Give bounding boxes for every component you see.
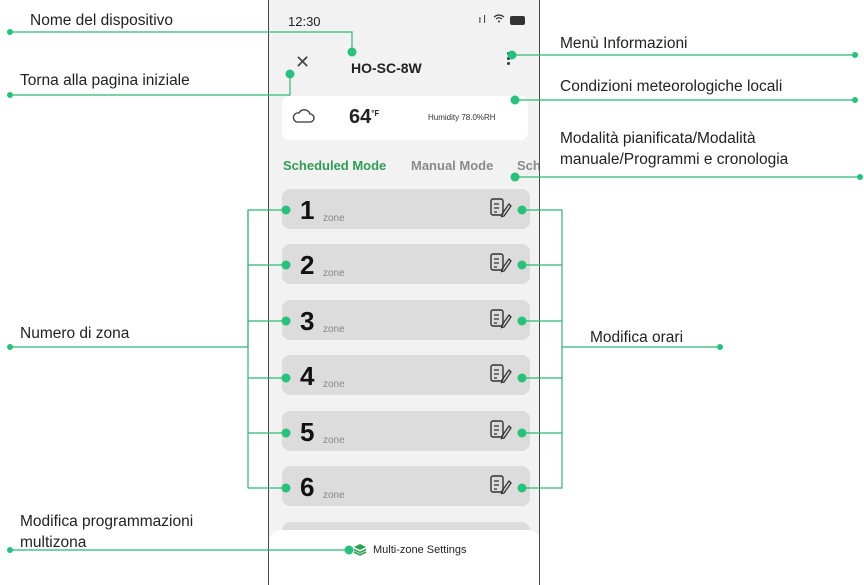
annotation-edit-schedule: Modifica orari (590, 329, 684, 346)
annotation-zone-number: Numero di zona (20, 325, 130, 342)
annotated-screenshot: 12:30 ıl ✕ HO-SC-8W 64°F Humidity 78.0%R… (0, 0, 864, 585)
annotation-multizone-line1: Modifica programmazioni (20, 513, 194, 530)
annotation-home: Torna alla pagina iniziale (20, 72, 190, 89)
annotation-device-name: Nome del dispositivo (30, 12, 174, 29)
annotation-modes-line2: manuale/Programmi e cronologia (560, 151, 789, 168)
annotation-modes: Modalità pianificata/Modalità manuale/Pr… (560, 128, 788, 170)
annotation-menu: Menù Informazioni (560, 35, 688, 52)
annotation-weather: Condizioni meteorologiche locali (560, 78, 783, 95)
annotation-multizone: Modifica programmazioni multizona (20, 511, 193, 553)
annotation-multizone-line2: multizona (20, 534, 87, 551)
annotation-modes-line1: Modalità pianificata/Modalità (560, 130, 756, 147)
